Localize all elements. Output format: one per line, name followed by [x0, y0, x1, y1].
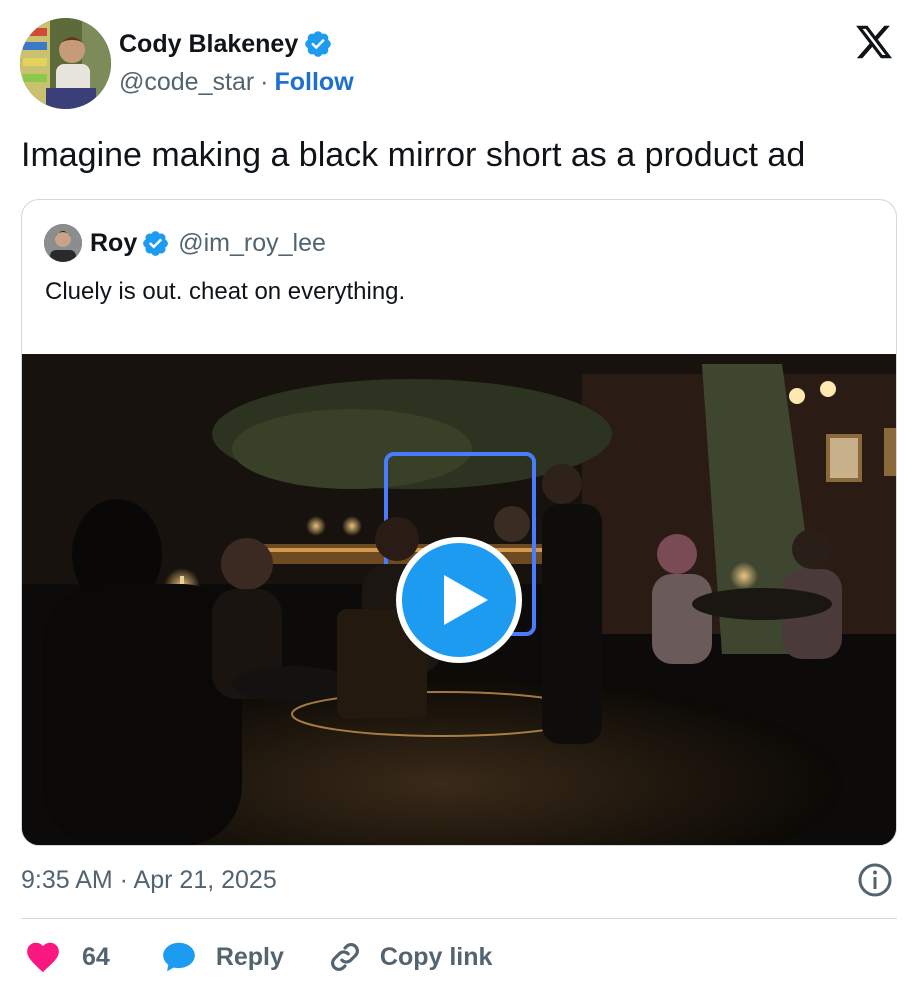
tweet-text: Imagine making a black mirror short as a… [21, 136, 806, 174]
copy-link-button[interactable]: Copy link [326, 936, 493, 978]
reply-label: Reply [215, 942, 284, 971]
quoted-author-avatar[interactable] [44, 224, 82, 262]
tweet-actions: 64 Reply Copy link [24, 936, 492, 978]
author-handle[interactable]: @code_star [119, 68, 254, 97]
heart-icon [27, 942, 59, 973]
divider [21, 918, 897, 919]
quoted-tweet[interactable]: Roy @im_roy_lee Cluely is out. cheat on … [21, 199, 897, 846]
like-count: 64 [82, 942, 110, 971]
follow-button[interactable]: Follow [275, 68, 354, 97]
x-logo-icon[interactable] [854, 22, 894, 62]
reply-bubble-icon [162, 942, 195, 972]
reply-button[interactable]: Reply [160, 936, 284, 978]
quoted-author-handle[interactable]: @im_roy_lee [178, 229, 326, 258]
quoted-author-display-name[interactable]: Roy [90, 229, 137, 258]
author-display-name[interactable]: Cody Blakeney [119, 30, 298, 59]
tweet-timestamp[interactable]: 9:35 AM · Apr 21, 2025 [21, 866, 277, 895]
link-icon [330, 943, 359, 971]
verified-badge-icon [143, 230, 169, 256]
quoted-tweet-text: Cluely is out. cheat on everything. [45, 278, 406, 305]
verified-badge-icon [305, 31, 332, 57]
info-icon[interactable] [857, 862, 893, 898]
tweet-header: Cody Blakeney @code_star · Follow [20, 18, 900, 110]
author-avatar[interactable] [20, 18, 111, 109]
play-button[interactable] [396, 537, 522, 663]
handle-separator: · [260, 68, 269, 96]
like-button[interactable]: 64 [24, 936, 110, 978]
copy-link-label: Copy link [379, 942, 493, 971]
video-player[interactable] [22, 354, 896, 845]
